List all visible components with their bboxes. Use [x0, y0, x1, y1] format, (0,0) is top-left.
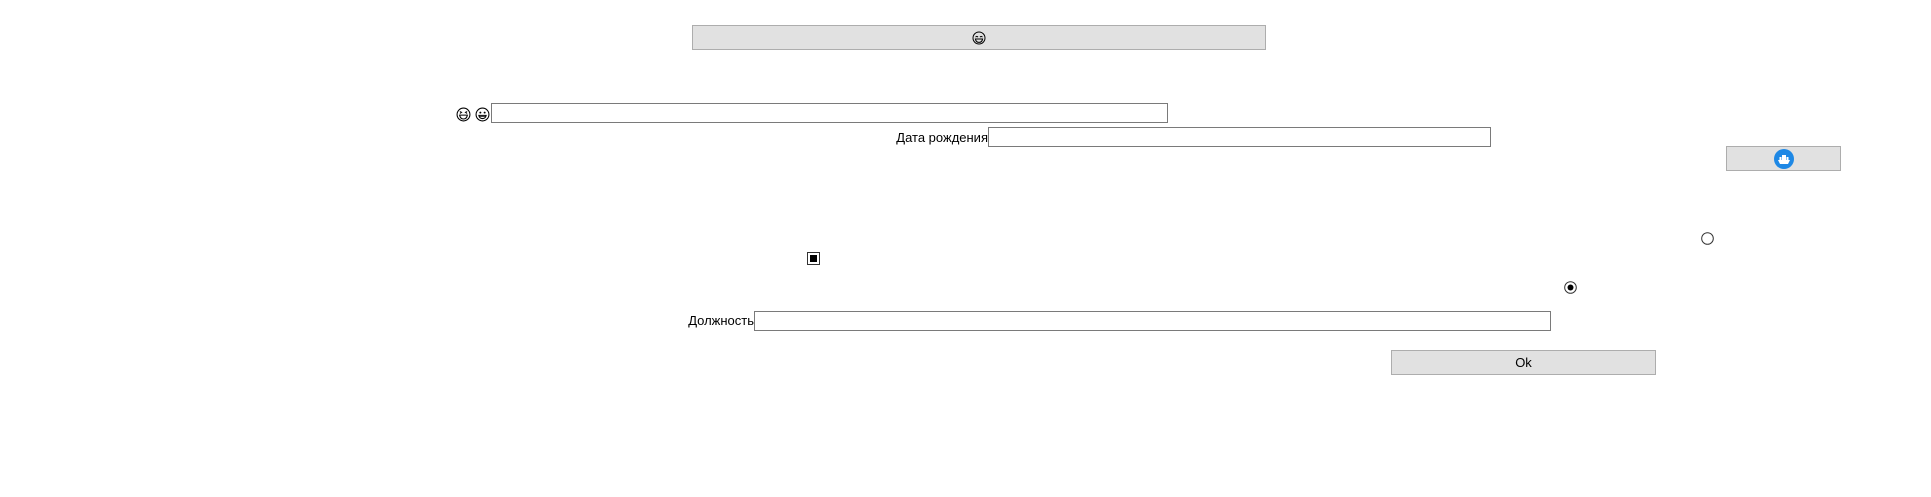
- ship-button[interactable]: [1726, 146, 1841, 171]
- smiley-button[interactable]: [692, 25, 1266, 50]
- ship-icon: [1773, 148, 1795, 170]
- position-field[interactable]: [754, 311, 1551, 331]
- position-label: Должность: [688, 313, 754, 328]
- checkbox[interactable]: [806, 251, 820, 265]
- smiley-face-icon: [972, 31, 986, 45]
- laughing-face-icon: [455, 106, 471, 122]
- name-field[interactable]: [491, 103, 1168, 123]
- birth-date-label: Дата рождения: [896, 130, 988, 145]
- radio-unchecked[interactable]: [1700, 231, 1714, 245]
- ok-button-label: Ok: [1515, 355, 1532, 370]
- ok-button[interactable]: Ok: [1391, 350, 1656, 375]
- radio-checked[interactable]: [1563, 280, 1577, 294]
- grinning-face-icon: [474, 106, 490, 122]
- birth-date-field[interactable]: [988, 127, 1491, 147]
